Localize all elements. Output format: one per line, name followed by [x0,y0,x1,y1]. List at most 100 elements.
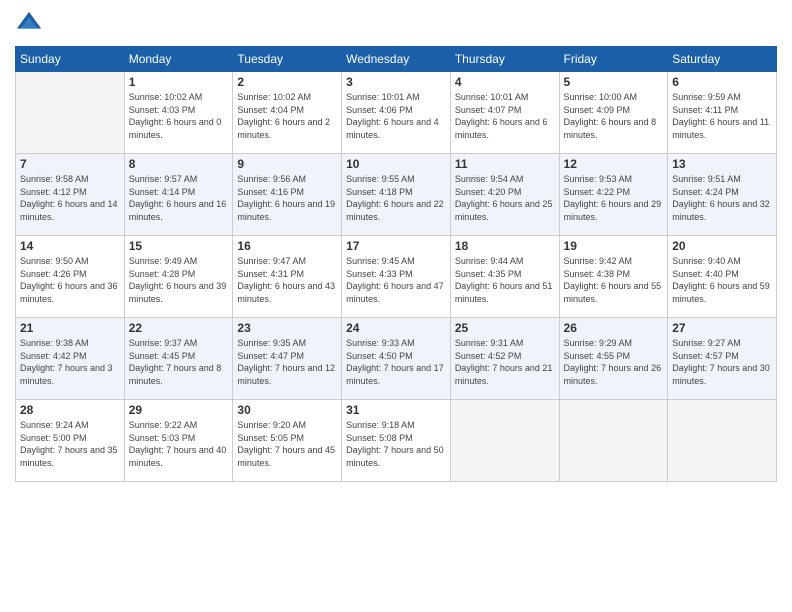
calendar-day-cell: 17Sunrise: 9:45 AM Sunset: 4:33 PM Dayli… [342,236,451,318]
calendar-day-cell: 30 Sunrise: 9:20 AM Sunset: 5:05 PM Dayli… [233,400,342,482]
calendar-day-cell: 28 Sunrise: 9:24 AM Sunset: 5:00 PM Dayli… [16,400,125,482]
calendar-day-cell: 19 Sunrise: 9:42 AM Sunset: 4:38 PM Dayli… [559,236,668,318]
day-number: 1 [129,75,229,89]
calendar-day-cell: 2 Sunrise: 10:02 AM Sunset: 4:04 PM Dayli… [233,72,342,154]
day-number: 2 [237,75,337,89]
day-number: 27 [672,321,772,335]
calendar-day-cell: 13 Sunrise: 9:51 AM Sunset: 4:24 PM Dayli… [668,154,777,236]
calendar-day-cell [668,400,777,482]
calendar-day-cell: 14Sunrise: 9:50 AM Sunset: 4:26 PM Dayli… [16,236,125,318]
calendar-day-cell: 20 Sunrise: 9:40 AM Sunset: 4:40 PM Dayli… [668,236,777,318]
calendar-day-cell [450,400,559,482]
calendar-day-cell: 1Sunrise: 10:02 AM Sunset: 4:03 PM Dayli… [124,72,233,154]
day-info: Sunrise: 9:18 AM Sunset: 5:08 PM Dayligh… [346,419,446,469]
day-info: Sunrise: 10:00 AM Sunset: 4:09 PM Daylig… [564,91,664,141]
day-of-week-header: Wednesday [342,47,451,72]
day-info: Sunrise: 9:45 AM Sunset: 4:33 PM Dayligh… [346,255,446,305]
day-info: Sunrise: 9:29 AM Sunset: 4:55 PM Dayligh… [564,337,664,387]
day-info: Sunrise: 9:55 AM Sunset: 4:18 PM Dayligh… [346,173,446,223]
day-info: Sunrise: 9:42 AM Sunset: 4:38 PM Dayligh… [564,255,664,305]
day-number: 16 [237,239,337,253]
day-info: Sunrise: 9:58 AM Sunset: 4:12 PM Dayligh… [20,173,120,223]
calendar-day-cell: 26 Sunrise: 9:29 AM Sunset: 4:55 PM Dayli… [559,318,668,400]
day-info: Sunrise: 9:37 AM Sunset: 4:45 PM Dayligh… [129,337,229,387]
day-number: 4 [455,75,555,89]
calendar-day-cell [16,72,125,154]
day-number: 19 [564,239,664,253]
day-number: 11 [455,157,555,171]
calendar-day-cell: 18Sunrise: 9:44 AM Sunset: 4:35 PM Dayli… [450,236,559,318]
day-info: Sunrise: 9:54 AM Sunset: 4:20 PM Dayligh… [455,173,555,223]
logo [15,10,47,38]
day-number: 9 [237,157,337,171]
day-of-week-header: Tuesday [233,47,342,72]
day-info: Sunrise: 9:50 AM Sunset: 4:26 PM Dayligh… [20,255,120,305]
day-of-week-header: Monday [124,47,233,72]
day-info: Sunrise: 9:51 AM Sunset: 4:24 PM Dayligh… [672,173,772,223]
day-number: 8 [129,157,229,171]
calendar-week-row: 1Sunrise: 10:02 AM Sunset: 4:03 PM Dayli… [16,72,777,154]
day-info: Sunrise: 9:22 AM Sunset: 5:03 PM Dayligh… [129,419,229,469]
calendar-day-cell: 23 Sunrise: 9:35 AM Sunset: 4:47 PM Dayli… [233,318,342,400]
calendar-day-cell: 27 Sunrise: 9:27 AM Sunset: 4:57 PM Dayli… [668,318,777,400]
day-info: Sunrise: 9:31 AM Sunset: 4:52 PM Dayligh… [455,337,555,387]
day-info: Sunrise: 9:40 AM Sunset: 4:40 PM Dayligh… [672,255,772,305]
day-number: 24 [346,321,446,335]
day-info: Sunrise: 10:01 AM Sunset: 4:06 PM Daylig… [346,91,446,141]
day-number: 25 [455,321,555,335]
day-number: 12 [564,157,664,171]
day-number: 29 [129,403,229,417]
day-of-week-header: Saturday [668,47,777,72]
day-number: 20 [672,239,772,253]
day-number: 22 [129,321,229,335]
day-info: Sunrise: 10:01 AM Sunset: 4:07 PM Daylig… [455,91,555,141]
calendar-day-cell: 5 Sunrise: 10:00 AM Sunset: 4:09 PM Dayli… [559,72,668,154]
day-info: Sunrise: 9:53 AM Sunset: 4:22 PM Dayligh… [564,173,664,223]
logo-icon [15,10,43,38]
day-number: 30 [237,403,337,417]
calendar-day-cell [559,400,668,482]
calendar-day-cell: 7 Sunrise: 9:58 AM Sunset: 4:12 PM Daylig… [16,154,125,236]
calendar-day-cell: 15Sunrise: 9:49 AM Sunset: 4:28 PM Dayli… [124,236,233,318]
calendar-day-cell: 21 Sunrise: 9:38 AM Sunset: 4:42 PM Dayli… [16,318,125,400]
calendar-week-row: 28 Sunrise: 9:24 AM Sunset: 5:00 PM Dayli… [16,400,777,482]
day-number: 31 [346,403,446,417]
calendar-day-cell: 10Sunrise: 9:55 AM Sunset: 4:18 PM Dayli… [342,154,451,236]
day-of-week-header: Friday [559,47,668,72]
day-info: Sunrise: 9:38 AM Sunset: 4:42 PM Dayligh… [20,337,120,387]
day-info: Sunrise: 9:49 AM Sunset: 4:28 PM Dayligh… [129,255,229,305]
day-number: 13 [672,157,772,171]
calendar-day-cell: 9 Sunrise: 9:56 AM Sunset: 4:16 PM Daylig… [233,154,342,236]
day-number: 26 [564,321,664,335]
day-number: 5 [564,75,664,89]
day-of-week-header: Sunday [16,47,125,72]
calendar-day-cell: 3 Sunrise: 10:01 AM Sunset: 4:06 PM Dayli… [342,72,451,154]
calendar-day-cell: 31 Sunrise: 9:18 AM Sunset: 5:08 PM Dayli… [342,400,451,482]
day-info: Sunrise: 9:20 AM Sunset: 5:05 PM Dayligh… [237,419,337,469]
day-number: 21 [20,321,120,335]
day-number: 7 [20,157,120,171]
calendar-day-cell: 8Sunrise: 9:57 AM Sunset: 4:14 PM Daylig… [124,154,233,236]
calendar-day-cell: 11 Sunrise: 9:54 AM Sunset: 4:20 PM Dayli… [450,154,559,236]
day-info: Sunrise: 9:35 AM Sunset: 4:47 PM Dayligh… [237,337,337,387]
day-info: Sunrise: 9:44 AM Sunset: 4:35 PM Dayligh… [455,255,555,305]
day-info: Sunrise: 9:33 AM Sunset: 4:50 PM Dayligh… [346,337,446,387]
calendar-week-row: 7 Sunrise: 9:58 AM Sunset: 4:12 PM Daylig… [16,154,777,236]
day-number: 3 [346,75,446,89]
day-of-week-header: Thursday [450,47,559,72]
day-info: Sunrise: 9:56 AM Sunset: 4:16 PM Dayligh… [237,173,337,223]
day-info: Sunrise: 9:24 AM Sunset: 5:00 PM Dayligh… [20,419,120,469]
calendar-day-cell: 6Sunrise: 9:59 AM Sunset: 4:11 PM Daylig… [668,72,777,154]
calendar-day-cell: 29 Sunrise: 9:22 AM Sunset: 5:03 PM Dayli… [124,400,233,482]
day-info: Sunrise: 9:27 AM Sunset: 4:57 PM Dayligh… [672,337,772,387]
day-info: Sunrise: 10:02 AM Sunset: 4:04 PM Daylig… [237,91,337,141]
day-number: 23 [237,321,337,335]
day-number: 6 [672,75,772,89]
calendar-day-cell: 25 Sunrise: 9:31 AM Sunset: 4:52 PM Dayli… [450,318,559,400]
calendar-header-row: SundayMondayTuesdayWednesdayThursdayFrid… [16,47,777,72]
calendar-day-cell: 16 Sunrise: 9:47 AM Sunset: 4:31 PM Dayli… [233,236,342,318]
page-container: SundayMondayTuesdayWednesdayThursdayFrid… [0,0,792,612]
day-info: Sunrise: 9:47 AM Sunset: 4:31 PM Dayligh… [237,255,337,305]
calendar-day-cell: 24 Sunrise: 9:33 AM Sunset: 4:50 PM Dayli… [342,318,451,400]
day-number: 28 [20,403,120,417]
